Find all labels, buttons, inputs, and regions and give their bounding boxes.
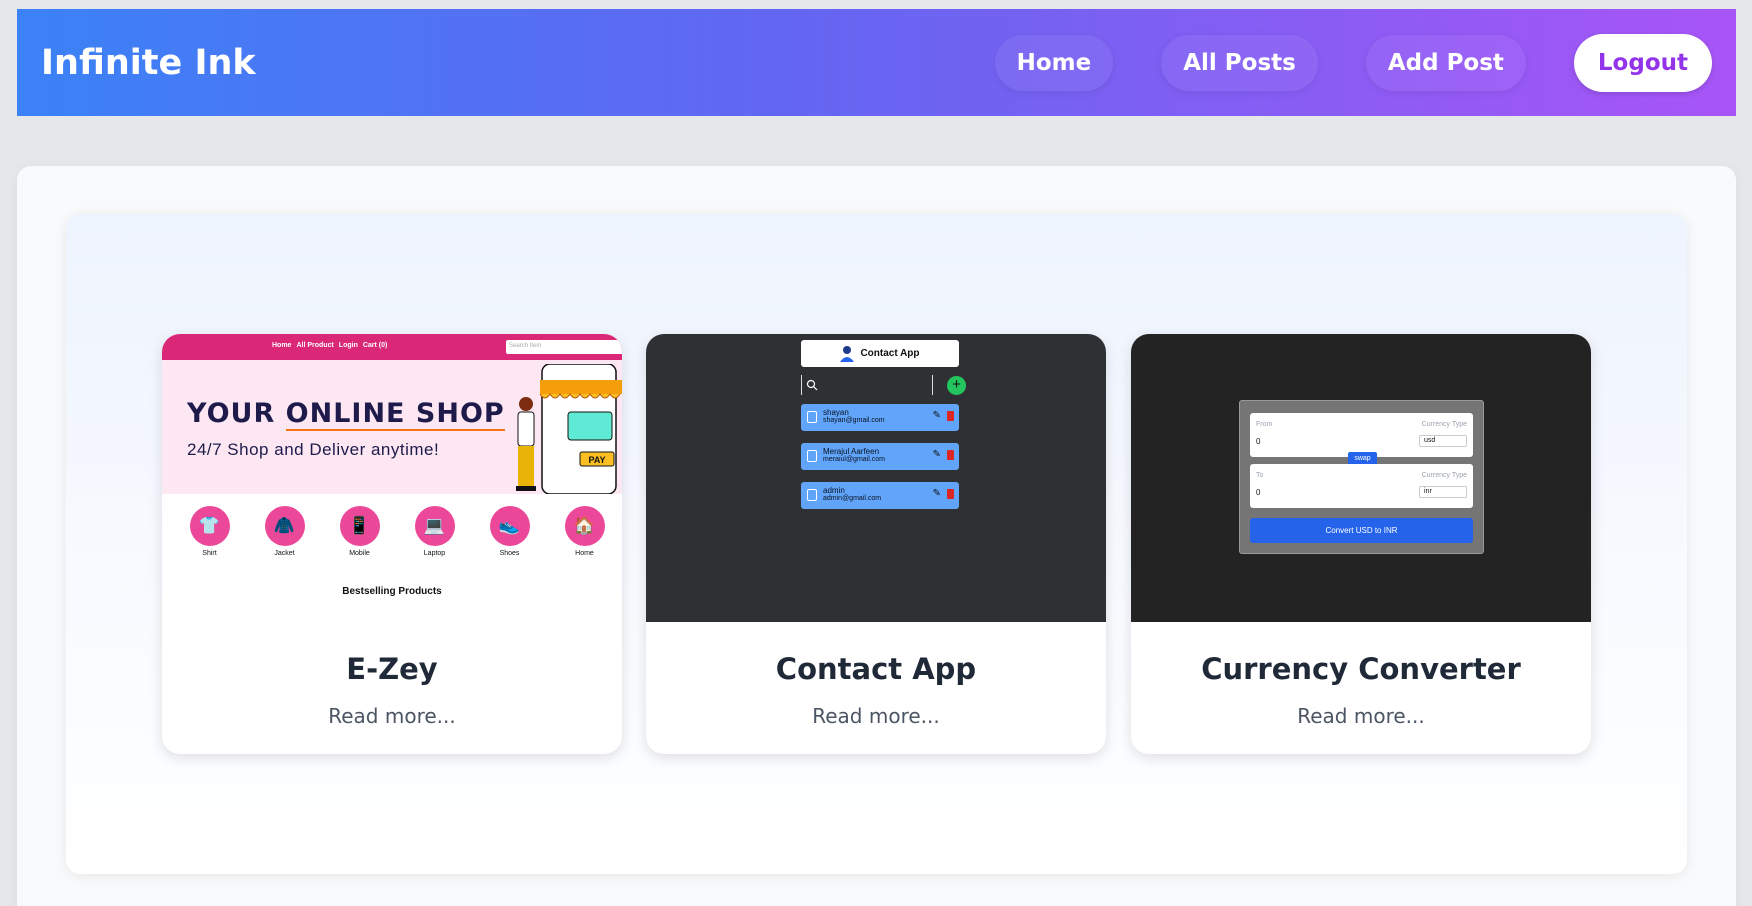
nav-all-posts-link[interactable]: All Posts [1161, 34, 1318, 91]
contact-item: admin admin@gmail.com ✎ [801, 482, 959, 509]
thumb-nav-item: Cart (0) [362, 342, 388, 349]
post-thumbnail: Contact App + shayan shayan@gmail.com ✎ … [646, 334, 1106, 622]
user-icon [840, 345, 855, 362]
contact-book-icon [807, 411, 817, 423]
category-label: Shoes [499, 550, 520, 557]
post-title: Contact App [775, 652, 977, 686]
post-title: Currency Converter [1201, 652, 1521, 686]
to-value: 0 [1256, 488, 1261, 497]
category-item: 💻 Laptop [405, 506, 465, 557]
contact-item: Merajul Aarfeen meraiul@gmail.com ✎ [801, 443, 959, 470]
from-value: 0 [1256, 437, 1261, 446]
contact-item: shayan shayan@gmail.com ✎ [801, 404, 959, 431]
category-item: 🧥 Jacket [255, 506, 315, 557]
contact-book-icon [807, 489, 817, 501]
to-label: To [1256, 472, 1264, 479]
brand-logo[interactable]: Infinite Ink [41, 43, 995, 83]
delete-icon [947, 411, 954, 421]
category-label: Jacket [274, 550, 295, 557]
convert-button: Convert USD to INR [1250, 518, 1473, 543]
to-currency-select: inr [1419, 486, 1467, 498]
category-label: Shirt [202, 550, 217, 557]
logout-button[interactable]: Logout [1573, 33, 1712, 92]
category-label: Mobile [349, 550, 370, 557]
search-icon [806, 379, 818, 391]
thumb-nav-links: Home All Product Login Cart (0) [272, 342, 387, 349]
category-item: 🏠 Home [555, 506, 615, 557]
svg-text:PAY: PAY [588, 455, 605, 465]
laptop-icon: 💻 [414, 506, 455, 546]
contact-book-icon [807, 450, 817, 462]
read-more-link[interactable]: Read more... [1131, 704, 1591, 728]
from-label: From [1256, 421, 1273, 428]
post-card-currency-converter[interactable]: From Currency Type 0 usd swap To Currenc… [1131, 334, 1591, 754]
home-icon: 🏠 [564, 506, 605, 546]
edit-icon: ✎ [932, 410, 941, 421]
edit-icon: ✎ [932, 449, 941, 460]
post-thumbnail: Home All Product Login Cart (0) Search I… [162, 334, 622, 622]
post-thumbnail: From Currency Type 0 usd swap To Currenc… [1131, 334, 1591, 622]
edit-icon: ✎ [932, 488, 941, 499]
thumb-app-title: Contact App [860, 348, 920, 359]
from-currency-select: usd [1419, 435, 1467, 447]
thumb-headline-highlight: ONLINE SHOP [285, 398, 505, 431]
thumb-app-header: Contact App [801, 340, 959, 367]
jacket-icon: 🧥 [264, 506, 305, 546]
nav-add-post-link[interactable]: Add Post [1365, 34, 1526, 91]
main-nav: Home All Posts Add Post Logout [994, 33, 1712, 92]
thumb-categories: 👕 Shirt 🧥 Jacket 📱 Mobile 💻 Laptop 👟 Shoes 🏠 H… [172, 506, 622, 557]
thumb-search-box [801, 375, 933, 395]
read-more-link[interactable]: Read more... [162, 704, 622, 728]
shirt-icon: 👕 [189, 506, 230, 546]
thumb-subline: 24/7 Shop and Deliver anytime! [187, 440, 440, 459]
thumb-nav-item: Login [338, 342, 358, 349]
category-item: 👟 Shoes [480, 506, 540, 557]
thumb-from-field: From Currency Type 0 usd [1250, 413, 1473, 457]
thumb-nav-item: All Product [296, 342, 334, 349]
thumb-headline-part: YOUR [187, 398, 286, 429]
post-title: E-Zey [346, 652, 438, 686]
delete-icon [947, 450, 954, 460]
shop-illustration: PAY [516, 364, 622, 494]
category-item: 📱 Mobile [330, 506, 390, 557]
mobile-icon: 📱 [339, 506, 380, 546]
nav-home-link[interactable]: Home [994, 34, 1114, 91]
thumb-search-box: Search Item [506, 340, 622, 354]
currency-type-label: Currency Type [1421, 472, 1467, 479]
category-label: Home [575, 550, 594, 557]
thumb-converter-box: From Currency Type 0 usd swap To Currenc… [1239, 400, 1484, 554]
top-navbar: Infinite Ink Home All Posts Add Post Log… [17, 9, 1736, 116]
thumb-nav-item: Home [272, 342, 292, 349]
add-contact-icon: + [947, 376, 966, 395]
shoes-icon: 👟 [489, 506, 530, 546]
read-more-link[interactable]: Read more... [646, 704, 1106, 728]
currency-type-label: Currency Type [1421, 421, 1467, 428]
delete-icon [947, 489, 954, 499]
post-card-contact-app[interactable]: Contact App + shayan shayan@gmail.com ✎ … [646, 334, 1106, 754]
post-card-e-zey[interactable]: Home All Product Login Cart (0) Search I… [162, 334, 622, 754]
category-item: 👕 Shirt [180, 506, 240, 557]
thumb-section-title: Bestselling Products [342, 586, 442, 597]
thumb-headline: YOUR ONLINE SHOP [187, 398, 505, 431]
category-label: Laptop [423, 550, 446, 557]
thumb-to-field: To Currency Type 0 inr [1250, 464, 1473, 508]
